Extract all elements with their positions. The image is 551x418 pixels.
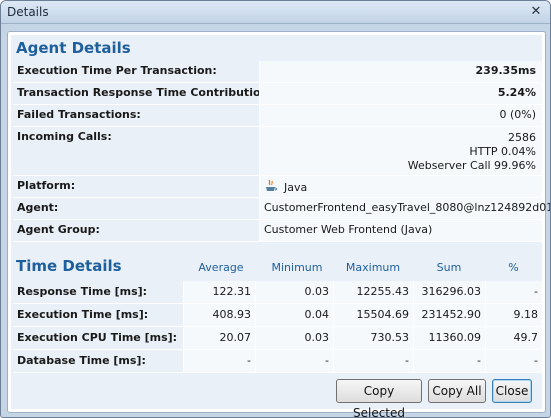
details-panel: Agent Details Execution Time Per Transac… [11, 35, 550, 417]
cell-maximum: 12255.43 [333, 281, 413, 303]
cell-minimum: 0.03 [255, 281, 333, 303]
row-label: Database Time [ms]: [17, 354, 146, 367]
time-details-table: Response Time [ms]: 122.31 0.03 12255.43… [13, 281, 542, 373]
agent-details-table: Execution Time Per Transaction: 239.35ms… [13, 61, 550, 242]
row-label: Platform: [17, 179, 76, 192]
dialog-buttons: Copy Selected Copy All Close [336, 379, 536, 417]
dialog-content: Agent Details Execution Time Per Transac… [7, 31, 550, 417]
cell-average: 408.93 [183, 304, 255, 326]
window-title: Details [7, 5, 49, 19]
row-label: Agent: [17, 201, 59, 214]
table-row[interactable]: Transaction Response Time Contribution: … [13, 83, 542, 105]
row-label: Response Time [ms]: [17, 285, 148, 298]
incoming-calls-value: 2586 [508, 131, 536, 144]
cell-sum: 316296.03 [413, 281, 485, 303]
incoming-calls-http: HTTP 0.04% [469, 145, 536, 158]
copy-all-button[interactable]: Copy All [428, 379, 486, 403]
time-details-header: Average Minimum Maximum Sum % [13, 261, 542, 279]
incoming-calls-webserver: Webserver Call 99.96% [407, 159, 536, 172]
table-row[interactable]: Response Time [ms]: 122.31 0.03 12255.43… [13, 281, 542, 304]
cell-sum: - [413, 350, 485, 372]
cell-percent: 49.7 [485, 327, 542, 349]
platform-value: Java [284, 181, 308, 194]
row-label: Execution Time Per Transaction: [17, 64, 217, 77]
cell-average: 20.07 [183, 327, 255, 349]
table-row[interactable]: Failed Transactions: 0 (0%) [13, 105, 542, 127]
table-row[interactable]: Execution Time [ms]: 408.93 0.04 15504.6… [13, 304, 542, 327]
title-bar[interactable]: Details ✕ [1, 1, 550, 24]
agent-details-heading: Agent Details [16, 39, 131, 57]
table-row[interactable]: Execution CPU Time [ms]: 20.07 0.03 730.… [13, 327, 542, 350]
row-label: Execution Time [ms]: [17, 308, 149, 321]
cell-sum: 11360.09 [413, 327, 485, 349]
column-header-maximum[interactable]: Maximum [333, 261, 413, 274]
row-label: Failed Transactions: [17, 108, 141, 121]
cell-maximum: - [333, 350, 413, 372]
table-row[interactable]: Platform: Java [13, 176, 542, 198]
row-label: Execution CPU Time [ms]: [17, 331, 178, 344]
cell-percent: 9.18 [485, 304, 542, 326]
table-row[interactable]: Agent Group: Customer Web Frontend (Java… [13, 220, 542, 242]
agent-value: CustomerFrontend_easyTravel_8080@lnz1248… [264, 201, 551, 214]
cell-minimum: 0.04 [255, 304, 333, 326]
cell-percent: - [485, 281, 542, 303]
java-icon [266, 179, 277, 191]
row-label: Incoming Calls: [17, 130, 112, 143]
cell-minimum: 0.03 [255, 327, 333, 349]
details-dialog: Details ✕ Agent Details Execution Time P… [0, 0, 551, 418]
execution-time-value: 239.35ms [475, 64, 536, 77]
table-row[interactable]: Database Time [ms]: - - - - - [13, 350, 542, 373]
table-row[interactable]: Incoming Calls: 2586 HTTP 0.04% Webserve… [13, 127, 542, 176]
contribution-value: 5.24% [497, 86, 536, 99]
column-header-minimum[interactable]: Minimum [261, 261, 333, 274]
cell-sum: 231452.90 [413, 304, 485, 326]
column-header-average[interactable]: Average [181, 261, 261, 274]
row-label: Agent Group: [17, 223, 100, 236]
close-icon[interactable]: ✕ [528, 4, 544, 19]
failed-transactions-value: 0 (0%) [499, 108, 536, 121]
cell-average: 122.31 [183, 281, 255, 303]
agent-group-value: Customer Web Frontend (Java) [264, 223, 433, 236]
close-button[interactable]: Close [492, 379, 532, 403]
row-label: Transaction Response Time Contribution: [17, 86, 273, 99]
cell-maximum: 15504.69 [333, 304, 413, 326]
copy-selected-button[interactable]: Copy Selected [336, 379, 422, 417]
cell-average: - [183, 350, 255, 372]
cell-minimum: - [255, 350, 333, 372]
table-row[interactable]: Agent: CustomerFrontend_easyTravel_8080@… [13, 198, 550, 220]
column-header-sum[interactable]: Sum [413, 261, 485, 274]
cell-maximum: 730.53 [333, 327, 413, 349]
column-header-percent[interactable]: % [485, 261, 542, 274]
table-row[interactable]: Execution Time Per Transaction: 239.35ms [13, 61, 542, 83]
cell-percent: - [485, 350, 542, 372]
